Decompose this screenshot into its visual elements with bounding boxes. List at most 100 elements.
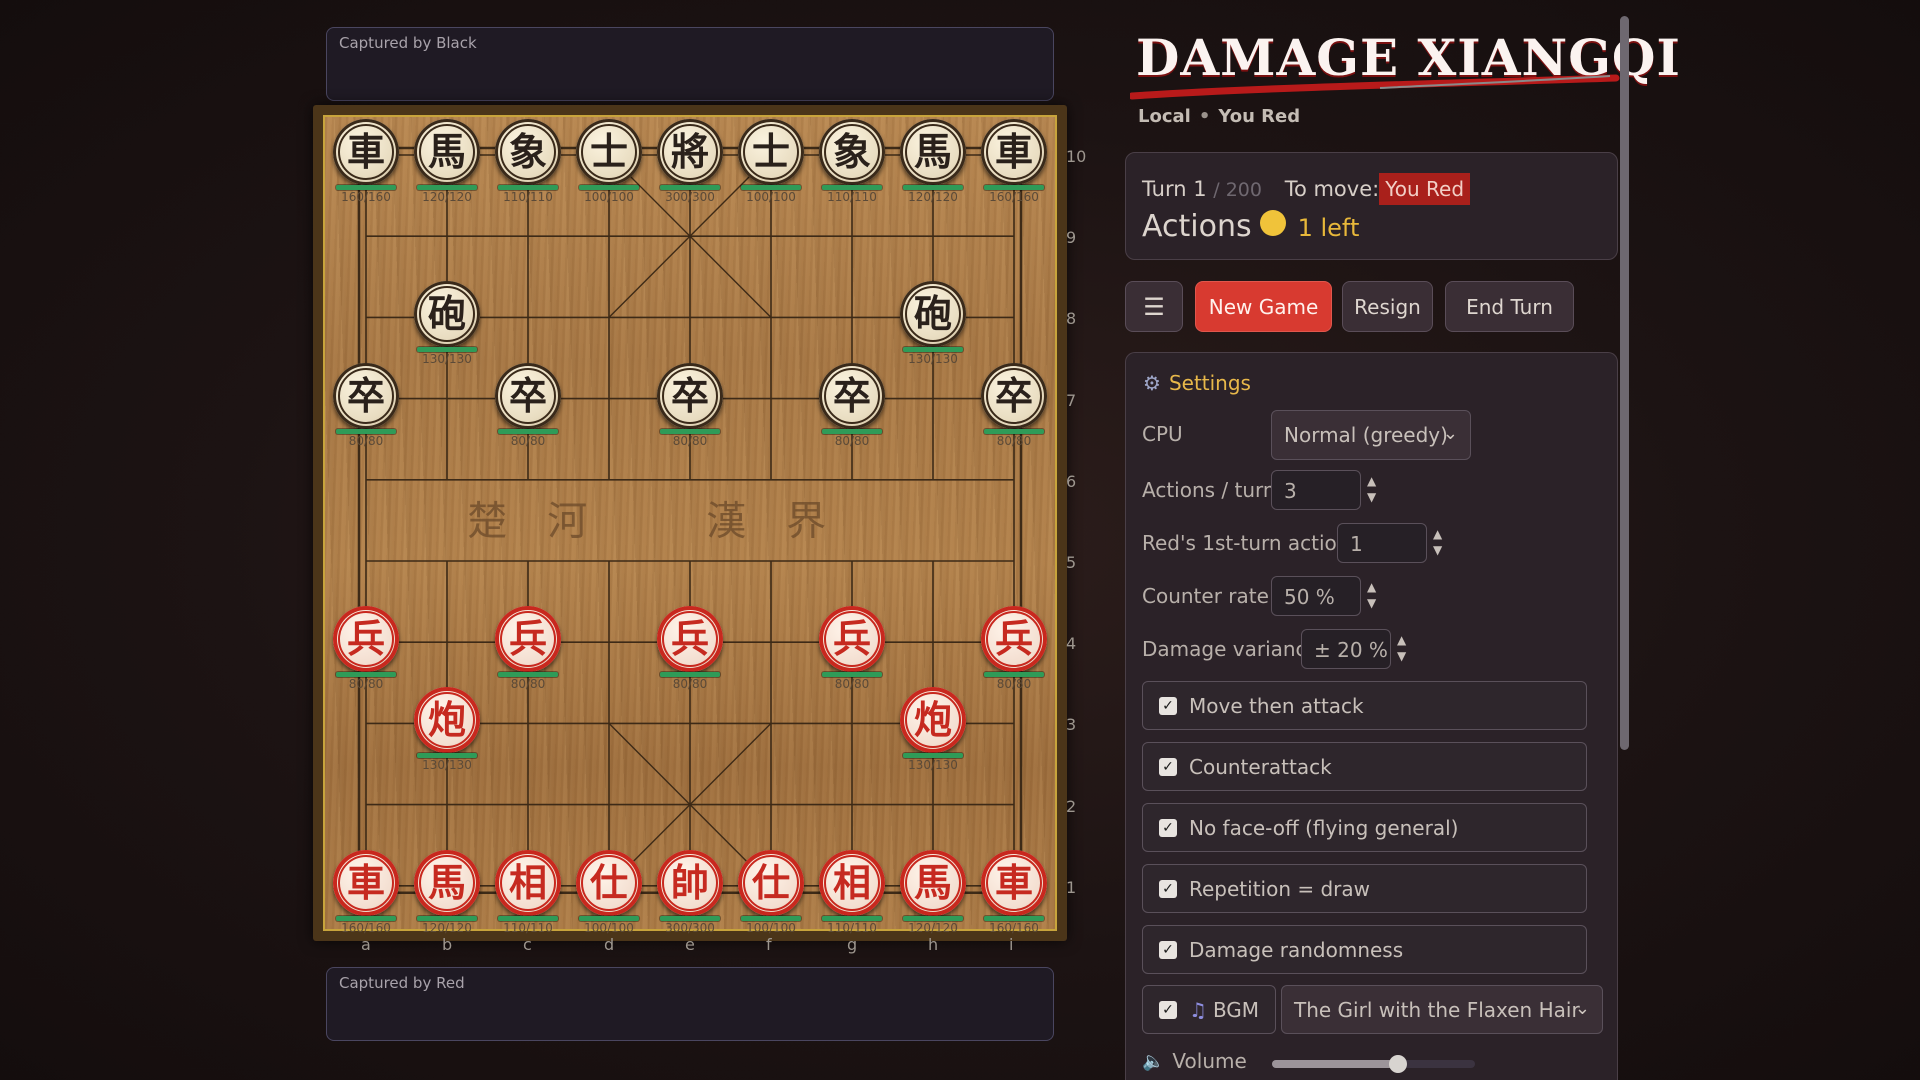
red-piece[interactable]: 車 [981, 849, 1047, 916]
option-label: No face-off (flying general) [1189, 815, 1459, 840]
piece-glyph: 相 [508, 859, 547, 905]
option-toggle[interactable]: ✓ No face-off (flying general) [1142, 803, 1587, 852]
red-piece[interactable]: 兵 [981, 606, 1047, 673]
actions-label: Actions [1142, 209, 1252, 244]
bgm-checkbox[interactable]: ✓ [1159, 1000, 1177, 1019]
option-toggle[interactable]: ✓ Repetition = draw [1142, 864, 1587, 913]
black-piece[interactable]: 象 [819, 119, 885, 185]
actions-per-turn-input[interactable]: 3 [1271, 470, 1361, 510]
counter-rate-input[interactable]: 50 % [1271, 576, 1361, 616]
hp-text: 160/160 [989, 190, 1039, 204]
piece-glyph: 卒 [994, 372, 1033, 418]
black-piece[interactable]: 卒 [657, 362, 723, 429]
hp-text: 110/110 [827, 920, 877, 935]
option-toggle[interactable]: ✓ Counterattack [1142, 742, 1587, 791]
red-piece[interactable]: 炮 [900, 687, 966, 754]
actions-per-turn-label: Actions / turn [1142, 478, 1276, 502]
new-game-button[interactable]: New Game [1195, 281, 1332, 332]
red-piece[interactable]: 馬 [900, 849, 966, 916]
panel-scrollbar[interactable] [1620, 16, 1629, 750]
separator-dot: • [1198, 106, 1211, 127]
black-piece[interactable]: 象 [495, 119, 561, 185]
red-piece[interactable]: 兵 [819, 606, 885, 673]
red-piece[interactable]: 炮 [414, 687, 480, 754]
turn-label: Turn [1142, 177, 1187, 201]
hp-text: 80/80 [672, 433, 708, 448]
piece-glyph: 相 [832, 859, 871, 905]
resign-button[interactable]: Resign [1342, 281, 1433, 332]
bgm-toggle[interactable]: ✓ ♫ BGM [1142, 985, 1276, 1034]
piece-glyph: 炮 [913, 697, 952, 743]
piece-glyph: 兵 [346, 616, 385, 662]
rank-label: 4 [1066, 634, 1077, 654]
black-piece[interactable]: 砲 [414, 281, 480, 348]
piece-glyph: 士 [589, 129, 628, 174]
piece-glyph: 卒 [508, 372, 547, 418]
damage-variance-input[interactable]: ± 20 % [1301, 629, 1391, 669]
captured-by-black-label: Captured by Black [339, 34, 477, 52]
hp-text: 110/110 [827, 190, 877, 204]
bgm-track-value: The Girl with the Flaxen Hair [1294, 998, 1580, 1022]
hp-text: 300/300 [665, 190, 715, 204]
hp-text: 130/130 [422, 352, 472, 367]
red-piece[interactable]: 兵 [657, 606, 723, 673]
end-turn-button[interactable]: End Turn [1445, 281, 1574, 332]
rank-label: 2 [1066, 796, 1077, 816]
turn-card: Turn 1 / 200 To move: You Red Actions 1 le… [1125, 152, 1618, 260]
black-piece[interactable]: 車 [981, 119, 1047, 185]
hp-text: 130/130 [908, 352, 958, 367]
red-first-turn-stepper[interactable]: ▲ ▼ [1433, 526, 1442, 558]
black-piece[interactable]: 卒 [819, 362, 885, 429]
option-checkbox[interactable]: ✓ [1159, 879, 1177, 898]
turn-line: Turn 1 / 200 To move: You Red [1142, 173, 1471, 205]
speaker-icon: 🔈 [1142, 1050, 1165, 1072]
red-first-turn-input[interactable]: 1 [1337, 523, 1427, 563]
volume-slider-thumb[interactable] [1388, 1055, 1407, 1073]
red-piece[interactable]: 相 [495, 849, 561, 916]
black-piece[interactable]: 卒 [495, 362, 561, 429]
piece-glyph: 車 [346, 859, 385, 905]
menu-button[interactable]: ☰ [1125, 281, 1183, 332]
red-piece[interactable]: 車 [333, 849, 399, 916]
music-note-icon: ♫ [1189, 997, 1207, 1022]
actions-left: 1 left [1297, 214, 1360, 242]
red-piece[interactable]: 相 [819, 849, 885, 916]
black-piece[interactable]: 車 [333, 119, 399, 185]
option-checkbox[interactable]: ✓ [1159, 940, 1177, 959]
black-piece[interactable]: 馬 [414, 119, 480, 185]
red-piece[interactable]: 兵 [333, 606, 399, 673]
counter-rate-stepper[interactable]: ▲ ▼ [1367, 579, 1376, 611]
option-checkbox[interactable]: ✓ [1159, 818, 1177, 837]
hp-text: 80/80 [834, 677, 870, 692]
black-piece[interactable]: 馬 [900, 119, 966, 185]
red-piece[interactable]: 帥 [657, 849, 723, 916]
damage-variance-stepper[interactable]: ▲ ▼ [1397, 632, 1406, 664]
red-piece[interactable]: 仕 [576, 849, 642, 916]
black-piece[interactable]: 士 [576, 119, 642, 185]
bgm-track-select[interactable]: The Girl with the Flaxen Hair ⌄ [1281, 985, 1603, 1034]
actions-per-turn-stepper[interactable]: ▲ ▼ [1367, 473, 1376, 505]
option-checkbox[interactable]: ✓ [1159, 696, 1177, 715]
piece-glyph: 士 [751, 129, 790, 174]
piece-glyph: 卒 [832, 372, 871, 418]
piece-glyph: 象 [832, 129, 871, 174]
option-toggle[interactable]: ✓ Damage randomness [1142, 925, 1587, 974]
board[interactable] [323, 115, 1057, 931]
volume-label-row: 🔈 Volume [1142, 1049, 1247, 1073]
black-piece[interactable]: 砲 [900, 281, 966, 348]
black-piece[interactable]: 卒 [333, 362, 399, 429]
cpu-select[interactable]: Normal (greedy) ⌄ [1271, 410, 1471, 460]
cpu-label: CPU [1142, 422, 1183, 446]
red-piece[interactable]: 仕 [738, 849, 804, 916]
red-piece[interactable]: 馬 [414, 849, 480, 916]
hp-text: 110/110 [503, 920, 553, 935]
volume-slider[interactable] [1272, 1055, 1475, 1073]
hp-text: 80/80 [672, 677, 708, 692]
hp-text: 100/100 [746, 190, 796, 204]
option-checkbox[interactable]: ✓ [1159, 757, 1177, 776]
black-piece[interactable]: 士 [738, 119, 804, 185]
black-piece[interactable]: 將 [657, 119, 723, 185]
option-toggle[interactable]: ✓ Move then attack [1142, 681, 1587, 730]
red-piece[interactable]: 兵 [495, 606, 561, 673]
black-piece[interactable]: 卒 [981, 362, 1047, 429]
